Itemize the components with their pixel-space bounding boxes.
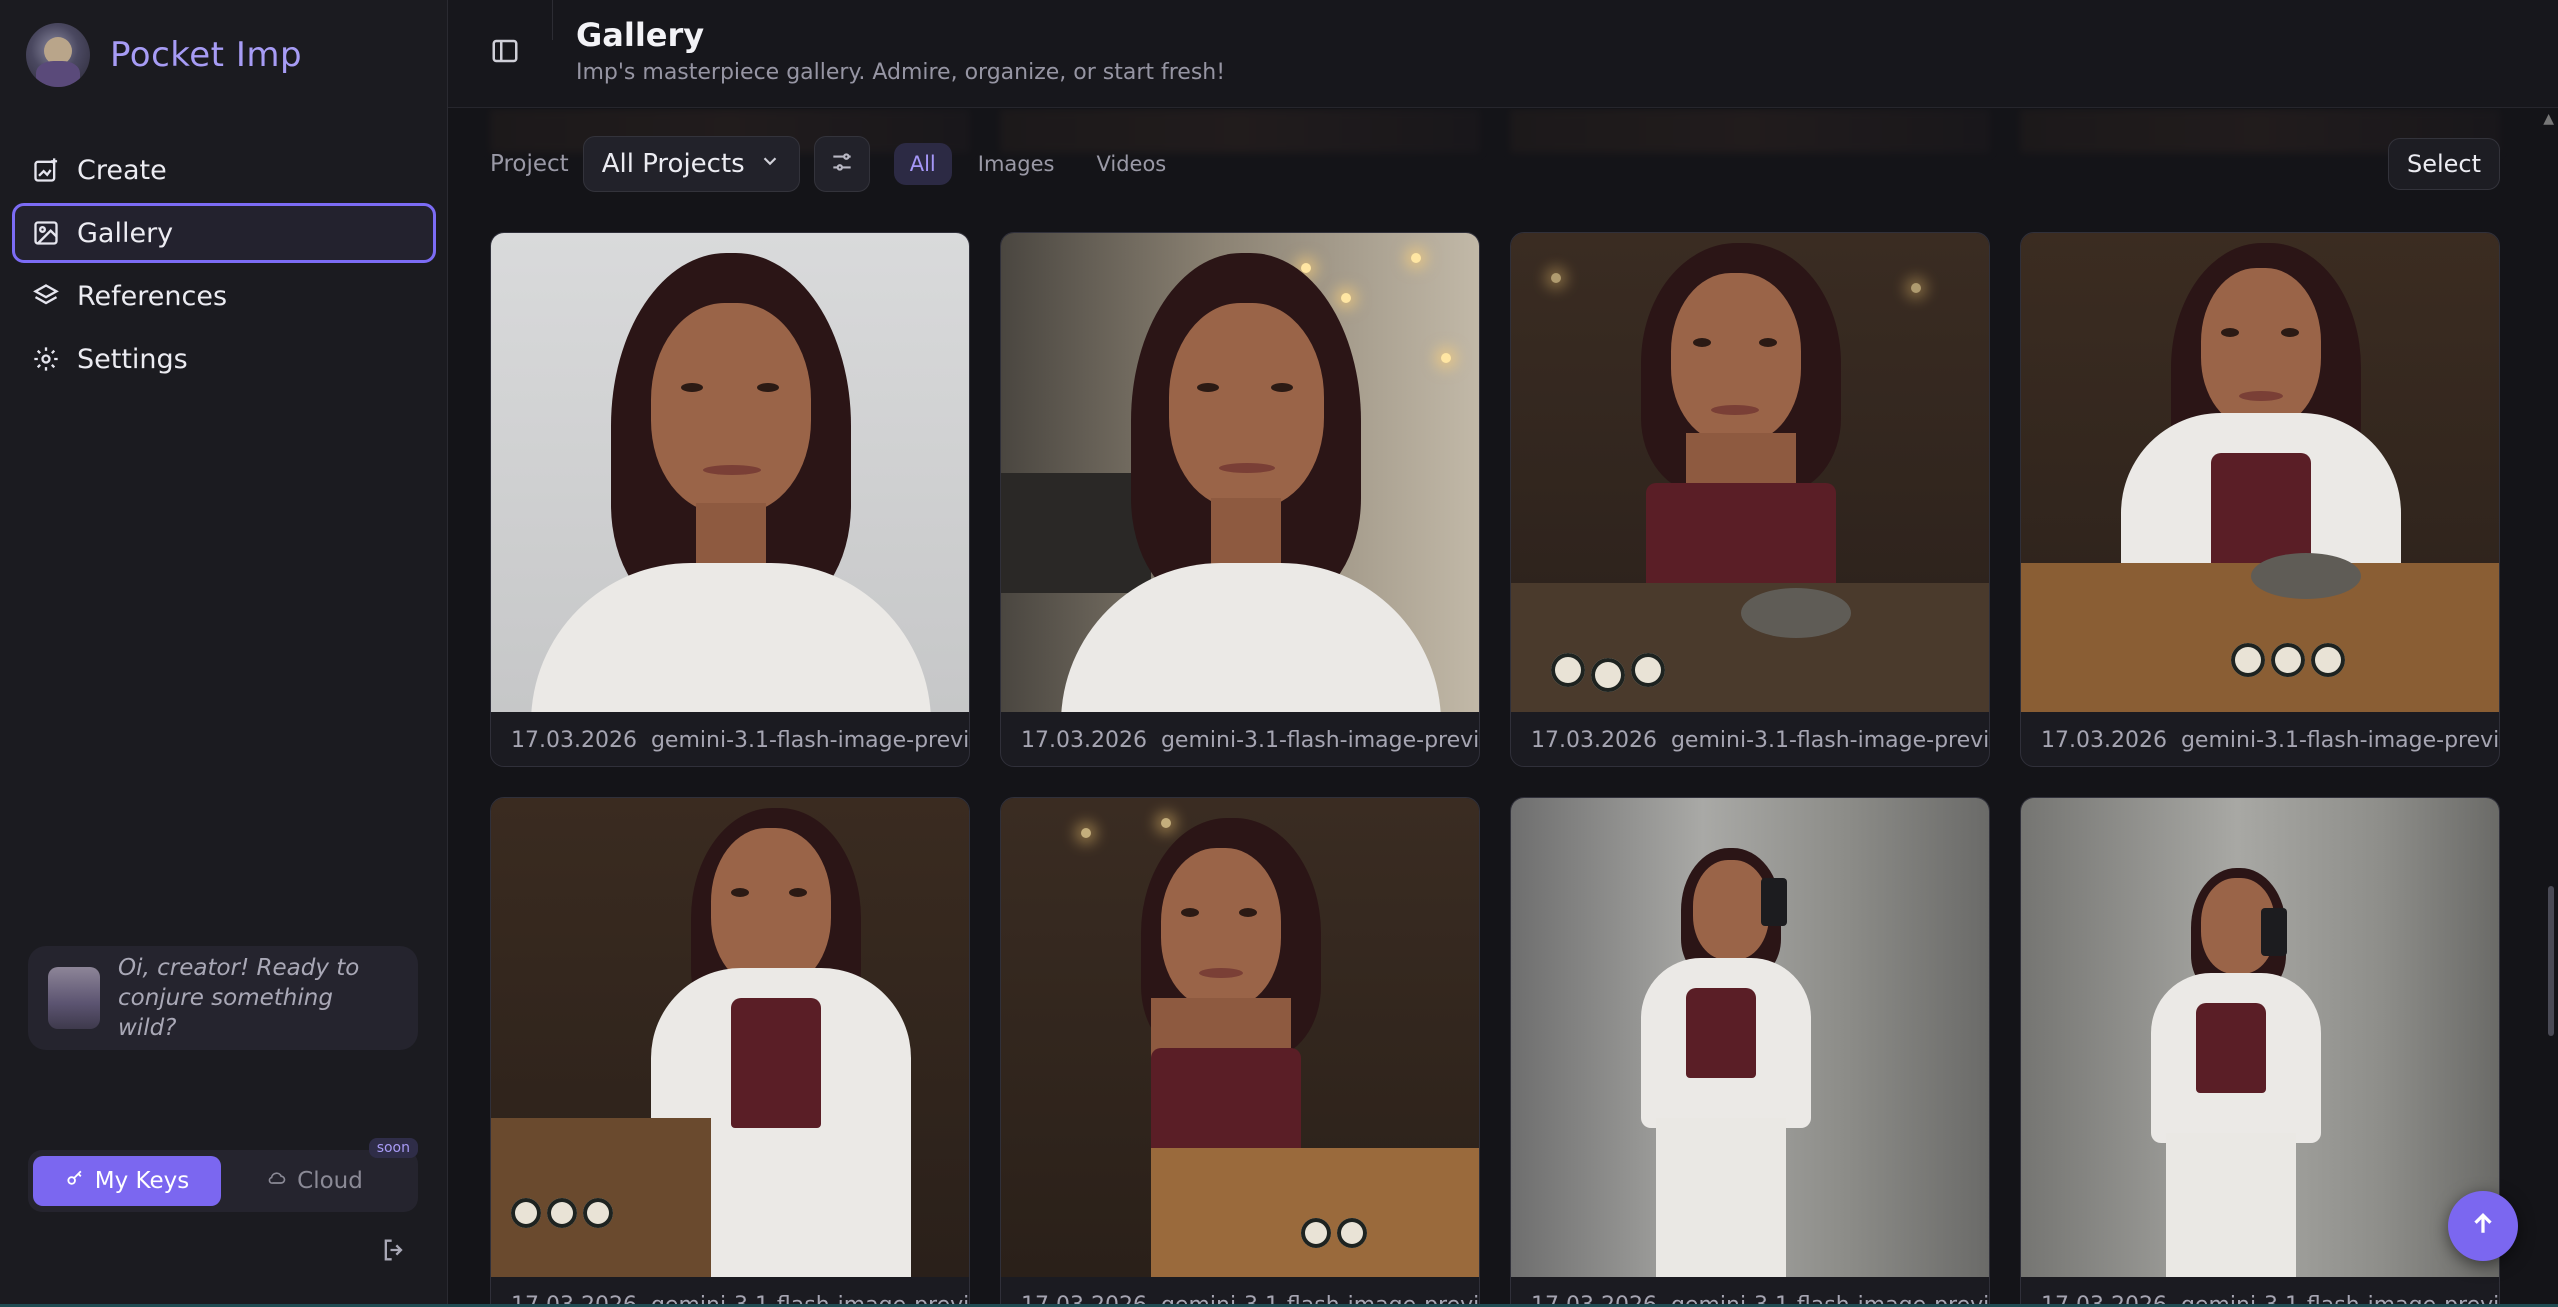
gallery-image[interactable] — [491, 233, 969, 712]
image-model: gemini-3.1-flash-image-previ... — [650, 727, 970, 753]
header-divider — [552, 0, 553, 40]
gallery-card-meta: 17.03.2026 gemini-3.1-flash-image-previ.… — [491, 1277, 969, 1307]
sidebar-item-label: Gallery — [77, 217, 174, 249]
gallery-card[interactable]: 17.03.2026 gemini-3.1-flash-image-previ.… — [1510, 797, 1990, 1307]
gallery-image[interactable] — [1001, 798, 1479, 1277]
cloud-button[interactable]: Cloud — [221, 1156, 409, 1206]
my-keys-label: My Keys — [94, 1168, 190, 1194]
sidebar: Pocket Imp Create Gallery References Set… — [0, 0, 448, 1307]
sliders-icon — [829, 149, 855, 179]
layers-icon — [31, 281, 61, 311]
media-type-tabs: All Images Videos — [893, 143, 1183, 185]
project-select-value: All Projects — [601, 149, 745, 179]
image-icon — [31, 218, 61, 248]
gear-icon — [31, 344, 61, 374]
sidebar-item-label: References — [77, 280, 228, 312]
gallery-image[interactable] — [1511, 798, 1989, 1277]
keys-mode-switch: My Keys Cloud soon — [28, 1138, 418, 1212]
filter-settings-button[interactable] — [813, 136, 870, 192]
gallery-card-meta: 17.03.2026 gemini-3.1-flash-image-previ.… — [2021, 1277, 2499, 1307]
chevron-down-icon — [759, 149, 781, 179]
gallery-card-meta: 17.03.2026 gemini-3.1-flash-image-previ.… — [2021, 712, 2500, 766]
image-date: 17.03.2026 — [2041, 727, 2167, 753]
imp-logo — [26, 23, 90, 87]
my-keys-button[interactable]: My Keys — [33, 1156, 221, 1206]
gallery-image[interactable] — [491, 798, 969, 1277]
tab-all[interactable]: All — [893, 143, 952, 185]
greeting-text: Oi, creator! Ready to conjure something … — [118, 955, 360, 1041]
gallery-card-meta: 17.03.2026 gemini-3.1-flash-image-previ.… — [1001, 1277, 1479, 1307]
soon-badge: soon — [368, 1138, 418, 1158]
page-title: Gallery — [576, 16, 705, 54]
gallery-card[interactable]: 17.03.2026 gemini-3.1-flash-image-previ.… — [490, 797, 970, 1307]
logout-icon — [380, 1239, 408, 1268]
image-date: 17.03.2026 — [1021, 727, 1147, 753]
sidebar-item-references[interactable]: References — [12, 266, 436, 326]
create-icon — [31, 155, 61, 185]
cloud-label: Cloud — [297, 1168, 363, 1194]
gallery-card[interactable]: 17.03.2026 gemini-3.1-flash-image-previ.… — [1510, 232, 1990, 767]
gallery-card[interactable]: 17.03.2026 gemini-3.1-flash-image-previ.… — [2020, 797, 2500, 1307]
arrow-up-icon — [2468, 1209, 2498, 1243]
tab-videos[interactable]: Videos — [1080, 143, 1182, 185]
logout-button[interactable] — [380, 1236, 412, 1268]
brand-name: Pocket Imp — [110, 35, 303, 75]
imp-greeting: Oi, creator! Ready to conjure something … — [28, 946, 418, 1050]
sidebar-item-gallery[interactable]: Gallery — [12, 203, 436, 263]
gallery-card-meta: 17.03.2026 gemini-3.1-flash-image-previ.… — [491, 712, 970, 766]
sidebar-nav: Create Gallery References Settings — [12, 140, 436, 392]
image-model: gemini-3.1-flash-image-previ... — [2180, 727, 2500, 753]
gallery-card[interactable]: 17.03.2026 gemini-3.1-flash-image-previ.… — [490, 232, 970, 767]
cloud-icon — [267, 1168, 287, 1194]
sidebar-toggle-button[interactable] — [490, 36, 524, 70]
image-model: gemini-3.1-flash-image-previ... — [1160, 727, 1480, 753]
scroll-up-arrow-icon[interactable]: ▲ — [2543, 111, 2554, 127]
imp-avatar — [48, 967, 100, 1029]
tab-images[interactable]: Images — [962, 143, 1071, 185]
page-header: Gallery Imp's masterpiece gallery. Admir… — [448, 0, 2558, 108]
sidebar-item-create[interactable]: Create — [12, 140, 436, 200]
key-icon — [65, 1168, 85, 1194]
scrollbar-thumb[interactable] — [2548, 886, 2554, 1036]
project-label: Project — [490, 151, 569, 177]
gallery-image[interactable] — [2021, 798, 2499, 1277]
gallery-toolbar: Project All Projects All Images Videos S… — [490, 135, 2500, 193]
image-date: 17.03.2026 — [511, 727, 637, 753]
gallery-card[interactable]: 17.03.2026 gemini-3.1-flash-image-previ.… — [2020, 232, 2500, 767]
sidebar-item-label: Settings — [77, 343, 188, 375]
brand[interactable]: Pocket Imp — [26, 20, 302, 90]
sidebar-item-label: Create — [77, 154, 167, 186]
page-subtitle: Imp's masterpiece gallery. Admire, organ… — [576, 60, 1226, 85]
gallery-card[interactable]: 17.03.2026 gemini-3.1-flash-image-previ.… — [1000, 797, 1480, 1307]
gallery-card[interactable]: 17.03.2026 gemini-3.1-flash-image-previ.… — [1000, 232, 1480, 767]
scroll-to-top-button[interactable] — [2448, 1191, 2518, 1261]
gallery-image[interactable] — [1001, 233, 1479, 712]
sidebar-toggle-icon — [490, 39, 520, 70]
image-model: gemini-3.1-flash-image-previ... — [1670, 727, 1990, 753]
image-date: 17.03.2026 — [1531, 727, 1657, 753]
gallery-card-meta: 17.03.2026 gemini-3.1-flash-image-previ.… — [1511, 712, 1990, 766]
gallery-card-meta: 17.03.2026 gemini-3.1-flash-image-previ.… — [1511, 1277, 1989, 1307]
sidebar-item-settings[interactable]: Settings — [12, 329, 436, 389]
gallery-image[interactable] — [1511, 233, 1989, 712]
project-select[interactable]: All Projects — [582, 136, 800, 192]
gallery-card-meta: 17.03.2026 gemini-3.1-flash-image-previ.… — [1001, 712, 1480, 766]
scrollbar[interactable]: ▲ — [2543, 109, 2554, 1307]
gallery-main[interactable]: Project All Projects All Images Videos S… — [448, 109, 2558, 1307]
gallery-image[interactable] — [2021, 233, 2499, 712]
select-button[interactable]: Select — [2387, 138, 2500, 190]
